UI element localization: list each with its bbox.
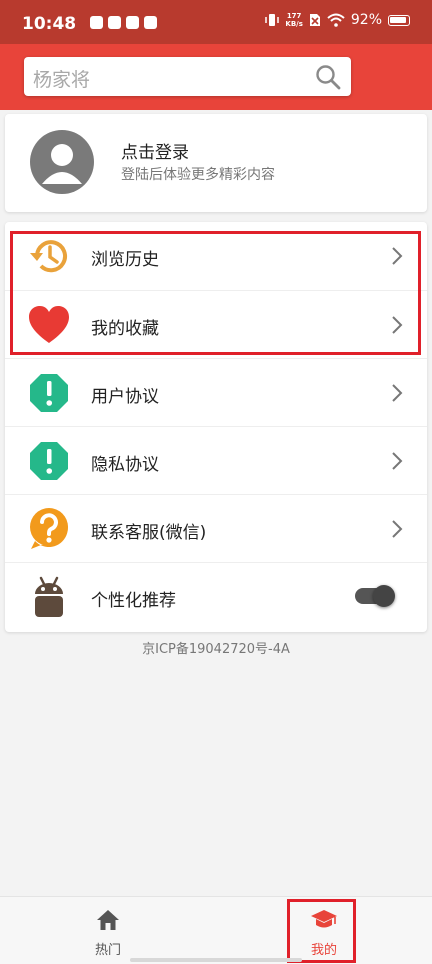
history-icon [30,240,67,273]
nav-tab-label: 我的 [310,943,337,958]
menu-item-label: 浏览历史 [91,250,159,270]
chevron-right-icon [392,247,403,265]
app-header: 杨家将 [0,44,432,110]
net-speed: 177 KB/s [285,12,302,28]
no-sim-icon [309,14,320,26]
menu-item-history[interactable]: 浏览历史 [5,222,427,290]
notification-icons [90,16,157,29]
chevron-right-icon [392,520,403,538]
net-speed-unit: KB/s [285,20,303,28]
home-indicator [130,958,302,962]
alert-icon [30,442,68,480]
battery-percent: 92% [350,12,382,28]
notification-app-icon [108,16,121,29]
avatar-icon[interactable] [30,130,94,194]
mail-icon [144,16,157,29]
battery-icon [388,14,410,26]
menu-item-personalized-recommendation: 个性化推荐 [5,562,427,630]
toggle-knob [373,585,395,607]
nav-tab-hot[interactable]: 热门 [0,897,216,964]
menu-item-label: 我的收藏 [91,319,159,339]
android-icon [35,576,63,617]
login-title[interactable]: 点击登录 [121,138,189,163]
menu-item-contact-support[interactable]: 联系客服(微信) [5,494,427,562]
home-icon [97,910,119,930]
chevron-right-icon [392,384,403,402]
bottom-nav: 热门 我的 [0,896,432,964]
alert-icon [30,374,68,412]
login-subtitle: 登陆后体验更多精彩内容 [121,167,275,183]
menu-item-label: 个性化推荐 [91,591,176,611]
wifi-icon [327,13,345,27]
nav-tab-mine[interactable]: 我的 [216,897,432,964]
menu-item-label: 联系客服(微信) [91,523,207,543]
search-input[interactable]: 杨家将 [24,57,351,96]
menu-item-privacy[interactable]: 隐私协议 [5,426,427,494]
menu-item-user-agreement[interactable]: 用户协议 [5,358,427,426]
status-bar: 10:48 177 KB/s 92% [0,0,432,44]
question-icon [30,508,68,549]
status-right: 177 KB/s 92% [265,12,410,28]
menu-item-label: 用户协议 [91,387,159,407]
vibrate-icon [265,14,280,26]
search-icon[interactable] [315,64,341,90]
menu-list: 浏览历史 我的收藏 用户协议 隐私协议 联系客服(微信) 个性化推荐 [5,222,427,632]
heart-icon [29,306,69,343]
menu-item-favorites[interactable]: 我的收藏 [5,290,427,358]
nav-tab-label: 热门 [94,943,121,958]
net-speed-value: 177 [286,12,302,20]
search-placeholder: 杨家将 [33,69,91,91]
notification-app-icon [90,16,103,29]
chevron-right-icon [392,452,403,470]
graduation-cap-icon [311,910,337,928]
icp-license: 京ICP备19042720号-4A [142,642,290,657]
status-time: 10:48 [22,14,77,34]
menu-item-label: 隐私协议 [91,455,159,475]
personalized-recommendation-toggle[interactable] [355,585,395,607]
chevron-right-icon [392,316,403,334]
login-card[interactable]: 点击登录 登陆后体验更多精彩内容 [5,114,427,212]
tiktok-icon [126,16,139,29]
